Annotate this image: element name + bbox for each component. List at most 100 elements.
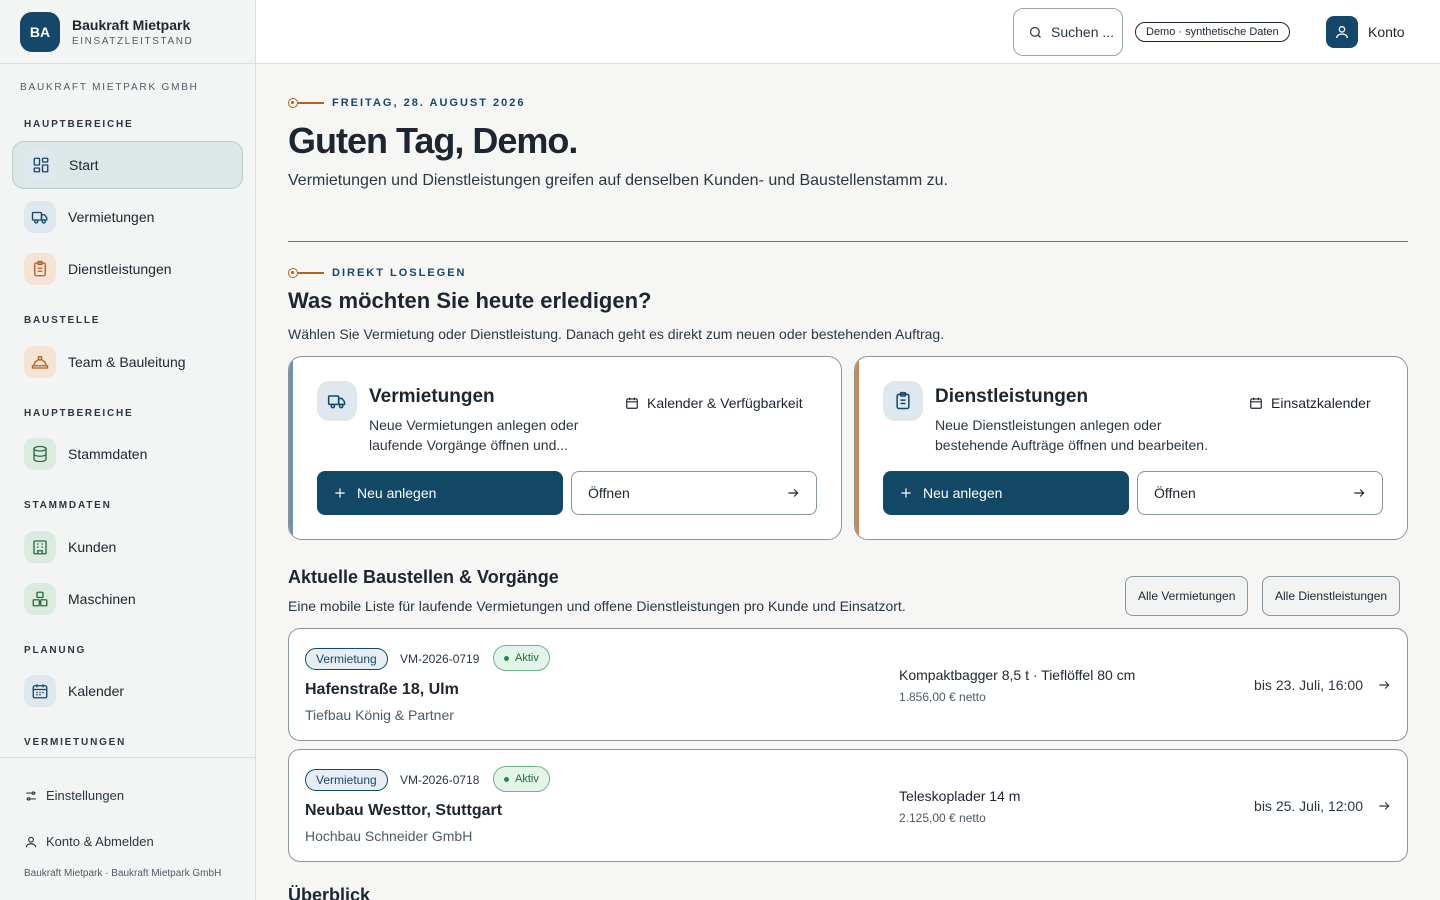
rentals-card-description: Neue Vermietungen anlegen oder laufende … <box>369 417 579 453</box>
sidebar-item-team[interactable]: Team & Bauleitung <box>12 338 243 386</box>
nav-section-main: HAUPTBEREICHE <box>24 119 134 130</box>
site-title: Hafenstraße 18, Ulm <box>305 681 459 698</box>
quickstart-eyebrow-label: DIREKT LOSLEGEN <box>332 267 467 279</box>
account-logout-label: Konto & Abmelden <box>46 834 154 849</box>
eyebrow-mark-icon <box>288 98 324 108</box>
status-dot-icon <box>504 776 509 782</box>
boxes-icon <box>24 583 56 615</box>
quickstart-title: Was möchten Sie heute erledigen? <box>288 288 652 313</box>
brand[interactable]: BA Baukraft Mietpark EINSATZLEITSTAND <box>0 0 255 64</box>
plus-icon <box>901 488 911 498</box>
all-rentals-button[interactable]: Alle Vermietungen <box>1125 576 1249 616</box>
until-label: bis 23. Juli, 16:00 <box>1254 677 1363 693</box>
row-date: bis 23. Juli, 16:00 <box>1254 677 1391 693</box>
grid-icon <box>25 149 57 181</box>
calendar-icon <box>626 397 638 409</box>
settings-link[interactable]: Einstellungen <box>24 788 124 803</box>
sidebar: BA Baukraft Mietpark EINSATZLEITSTAND BA… <box>0 0 256 900</box>
table-row[interactable]: Vermietung VM-2026-0718 Aktiv Neubau Wes… <box>288 749 1408 862</box>
page-title: Guten Tag, Demo. <box>288 120 578 161</box>
sliders-icon <box>26 790 36 801</box>
row-date: bis 25. Juli, 12:00 <box>1254 798 1391 814</box>
customer-name: Hochbau Schneider GmbH <box>305 828 473 844</box>
until-label: bis 25. Juli, 12:00 <box>1254 798 1363 814</box>
user-icon <box>25 836 37 847</box>
services-new-label: Neu anlegen <box>923 485 1003 501</box>
sidebar-bottom <box>0 757 255 758</box>
services-calendar-link[interactable]: Einsatzkalender <box>1249 395 1371 411</box>
status-dot-icon <box>504 655 509 661</box>
nav-section-vermietungen: VERMIETUNGEN <box>24 737 127 748</box>
rentals-calendar-link[interactable]: Kalender & Verfügbarkeit <box>625 395 803 411</box>
brand-subtitle: EINSATZLEITSTAND <box>72 35 194 47</box>
type-tag: Vermietung <box>305 648 388 670</box>
footer-note: Baukraft Mietpark · Baukraft Mietpark Gm… <box>24 868 222 879</box>
sidebar-item-label: Start <box>69 157 99 173</box>
account-logout-link[interactable]: Konto & Abmelden <box>24 834 154 849</box>
status-badge: Aktiv <box>493 645 550 671</box>
sidebar-item-kalender[interactable]: Kalender <box>12 667 243 715</box>
sidebar-item-maschinen[interactable]: Maschinen <box>12 575 243 623</box>
all-services-button[interactable]: Alle Dienstleistungen <box>1262 576 1401 616</box>
account-label: Konto <box>1368 24 1405 40</box>
order-id: VM-2026-0718 <box>400 773 480 787</box>
clipboard-icon <box>883 381 923 421</box>
truck-icon <box>24 201 56 233</box>
sidebar-item-kunden[interactable]: Kunden <box>12 523 243 571</box>
sidebar-item-label: Stammdaten <box>68 446 148 462</box>
sidebar-item-dienstleistungen[interactable]: Dienstleistungen <box>12 245 243 293</box>
sidebar-item-label: Vermietungen <box>68 209 155 225</box>
services-card-description: Neue Dienstleistungen anlegen oder beste… <box>935 417 1208 453</box>
user-icon <box>1336 26 1348 39</box>
customer-name: Tiefbau König & Partner <box>305 707 454 723</box>
date-eyebrow: FREITAG, 28. AUGUST 2026 <box>288 97 525 109</box>
status-label: Aktiv <box>515 773 539 785</box>
type-tag: Vermietung <box>305 769 388 791</box>
nav-section-baustelle: BAUSTELLE <box>24 315 101 326</box>
search-button[interactable]: Suchen ... <box>1013 8 1123 56</box>
calendar-icon <box>24 675 56 707</box>
nav-section-planung: PLANUNG <box>24 645 87 656</box>
quickstart-eyebrow: DIREKT LOSLEGEN <box>288 267 467 279</box>
status-label: Aktiv <box>515 652 539 664</box>
topbar: Suchen ... Demo · synthetische Daten Kon… <box>256 0 1440 64</box>
price: 1.856,00 € netto <box>899 690 986 704</box>
rentals-calendar-label: Kalender & Verfügbarkeit <box>647 395 803 411</box>
database-icon <box>24 438 56 470</box>
site-title: Neubau Westtor, Stuttgart <box>305 802 503 819</box>
machine-name: Kompaktbagger 8,5 t · Tieflöffel 80 cm <box>899 667 1136 683</box>
table-row[interactable]: Vermietung VM-2026-0719 Aktiv Hafenstraß… <box>288 628 1408 741</box>
machine-name: Teleskoplader 14 m <box>899 788 1021 804</box>
rentals-new-button[interactable]: Neu anlegen <box>317 471 563 515</box>
settings-label: Einstellungen <box>46 788 125 803</box>
sidebar-item-stammdaten[interactable]: Stammdaten <box>12 430 243 478</box>
rentals-card: Vermietungen Neue Vermietungen anlegen o… <box>288 356 842 540</box>
brand-name: Baukraft Mietpark <box>72 16 191 33</box>
eyebrow-mark-icon <box>288 268 324 278</box>
sidebar-item-label: Kalender <box>68 683 125 699</box>
services-card-title: Dienstleistungen <box>935 386 1089 407</box>
services-new-button[interactable]: Neu anlegen <box>883 471 1129 515</box>
search-label: Suchen ... <box>1051 24 1115 40</box>
nav-section-stammdaten: STAMMDATEN <box>24 500 112 511</box>
services-calendar-label: Einsatzkalender <box>1271 395 1371 411</box>
status-badge: Aktiv <box>493 766 550 792</box>
quickstart-text: Wählen Sie Vermietung oder Dienstleistun… <box>288 326 945 342</box>
services-card: Dienstleistungen Neue Dienstleistungen a… <box>854 356 1408 540</box>
truck-icon <box>317 381 357 421</box>
building-icon <box>24 531 56 563</box>
sidebar-item-vermietungen[interactable]: Vermietungen <box>12 193 243 241</box>
demo-badge: Demo · synthetische Daten <box>1135 22 1290 42</box>
account-button[interactable]: Konto <box>1326 16 1405 48</box>
sidebar-item-label: Maschinen <box>68 591 136 607</box>
avatar <box>1326 16 1358 48</box>
main-content: FREITAG, 28. AUGUST 2026 Guten Tag, Demo… <box>256 65 1440 900</box>
services-open-label: Öffnen <box>1154 485 1196 501</box>
sidebar-item-start[interactable]: Start <box>12 141 243 189</box>
plus-icon <box>335 488 345 498</box>
services-open-button[interactable]: Öffnen <box>1137 471 1383 515</box>
overview-title: Überblick <box>288 885 371 900</box>
hardhat-icon <box>24 346 56 378</box>
sidebar-item-label: Dienstleistungen <box>68 261 172 277</box>
rentals-open-button[interactable]: Öffnen <box>571 471 817 515</box>
